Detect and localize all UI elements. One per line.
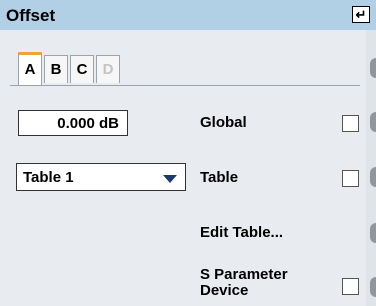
table-select[interactable]: Table 1: [16, 163, 186, 191]
softkey-notch[interactable]: [370, 167, 376, 187]
title-bar: Offset ↵: [0, 0, 376, 30]
table-checkbox[interactable]: [342, 170, 359, 187]
softkey-notch[interactable]: [370, 58, 376, 78]
global-checkbox[interactable]: [342, 115, 359, 132]
page-title: Offset: [6, 6, 56, 25]
chevron-down-icon[interactable]: [163, 175, 177, 183]
s-parameter-checkbox[interactable]: [342, 278, 359, 295]
table-label: Table: [200, 169, 239, 186]
s-parameter-label: S Parameter Device: [200, 267, 288, 299]
offset-value-field[interactable]: 0.000 dB: [18, 110, 128, 136]
tab-c[interactable]: C: [70, 55, 94, 83]
softkey-notch[interactable]: [370, 223, 376, 243]
softkey-notch[interactable]: [370, 112, 376, 132]
tab-a[interactable]: A: [18, 52, 42, 85]
tab-d: D: [96, 55, 120, 83]
s-parameter-label-line2: Device: [200, 282, 249, 299]
edit-table-button[interactable]: Edit Table...: [200, 224, 283, 241]
global-label: Global: [200, 114, 247, 131]
s-parameter-label-line1: S Parameter: [200, 266, 288, 283]
tab-b[interactable]: B: [44, 55, 68, 83]
softkey-notch[interactable]: [370, 277, 376, 297]
enter-return-icon[interactable]: ↵: [352, 6, 370, 23]
table-select-value: Table 1: [23, 169, 74, 186]
